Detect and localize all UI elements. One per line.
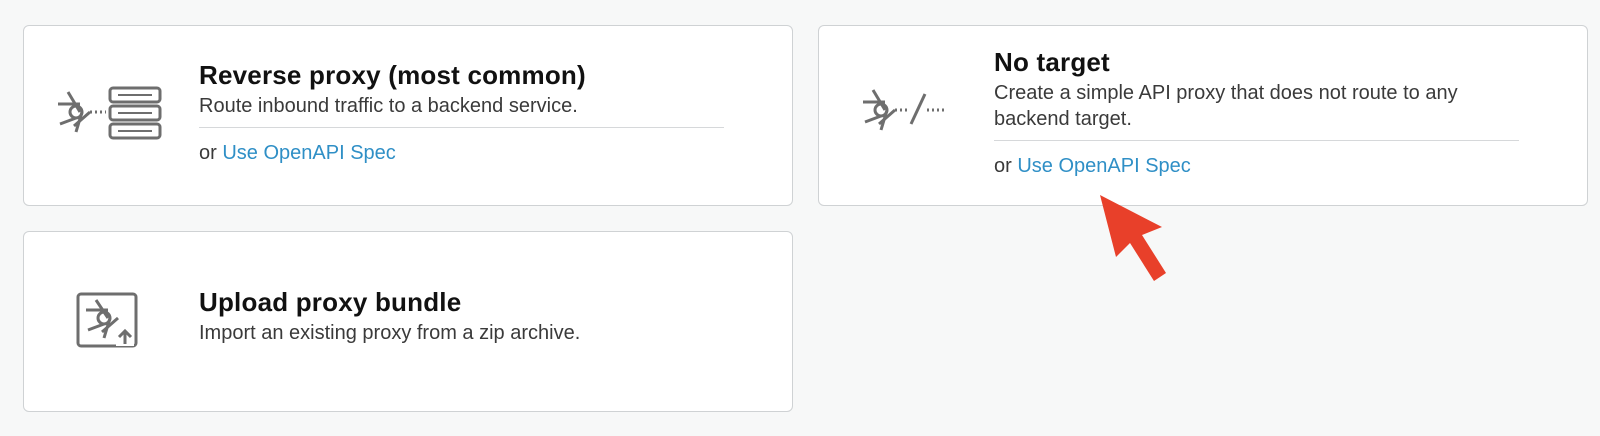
use-openapi-spec-link[interactable]: Use OpenAPI Spec (1017, 155, 1190, 177)
upload-bundle-icon (76, 292, 140, 355)
reverse-proxy-card[interactable]: Reverse proxy (most common) Route inboun… (23, 25, 793, 206)
card-description: Create a simple API proxy that does not … (994, 82, 1458, 130)
reverse-proxy-icon (54, 86, 164, 151)
card-title: Upload proxy bundle (199, 287, 462, 317)
card-description: Import an existing proxy from a zip arch… (199, 322, 581, 344)
alt-prefix: or (199, 142, 217, 164)
no-target-card[interactable]: No target Create a simple API proxy that… (818, 25, 1588, 206)
no-target-icon (859, 88, 949, 143)
card-title: No target (994, 47, 1110, 77)
divider (994, 140, 1519, 141)
annotation-arrow-icon (1100, 195, 1170, 290)
card-title: Reverse proxy (most common) (199, 60, 586, 90)
upload-proxy-bundle-card[interactable]: Upload proxy bundle Import an existing p… (23, 231, 793, 412)
use-openapi-spec-link[interactable]: Use OpenAPI Spec (222, 142, 395, 164)
alt-prefix: or (994, 155, 1012, 177)
card-description: Route inbound traffic to a backend servi… (199, 95, 578, 117)
divider (199, 127, 724, 128)
